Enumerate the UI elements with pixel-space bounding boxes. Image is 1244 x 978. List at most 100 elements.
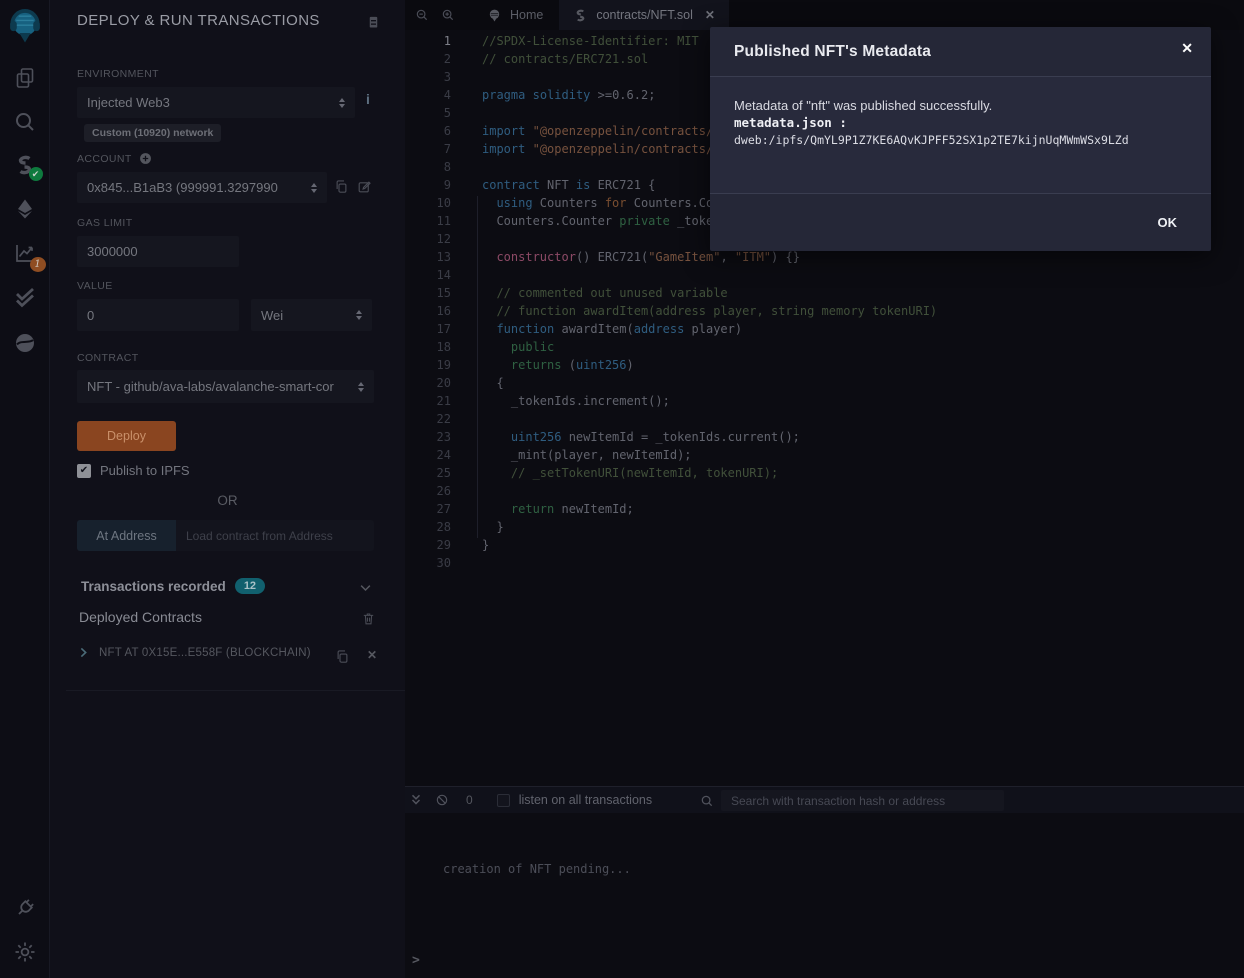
line-number[interactable]: 13 bbox=[405, 248, 455, 266]
terminal-search-input[interactable] bbox=[721, 790, 1004, 811]
code-line[interactable] bbox=[482, 266, 1244, 284]
file-explorer-icon[interactable] bbox=[13, 66, 37, 90]
clear-console-icon[interactable] bbox=[435, 793, 449, 807]
remove-contract-icon[interactable]: ✕ bbox=[367, 648, 377, 662]
code-line[interactable]: uint256 newItemId = _tokenIds.current(); bbox=[482, 428, 1244, 446]
line-number[interactable]: 7 bbox=[405, 140, 455, 158]
sourcify-icon[interactable] bbox=[13, 331, 37, 355]
copy-account-icon[interactable] bbox=[334, 179, 349, 194]
code-line[interactable]: { bbox=[482, 374, 1244, 392]
line-number[interactable]: 18 bbox=[405, 338, 455, 356]
at-address-button[interactable]: At Address bbox=[77, 520, 176, 551]
copy-contract-icon[interactable] bbox=[335, 649, 350, 664]
line-number[interactable]: 21 bbox=[405, 392, 455, 410]
code-line[interactable]: _tokenIds.increment(); bbox=[482, 392, 1244, 410]
line-number[interactable]: 14 bbox=[405, 266, 455, 284]
code-line[interactable]: function awardItem(address player) bbox=[482, 320, 1244, 338]
terminal-prompt[interactable]: > bbox=[412, 953, 420, 968]
tab-home-label: Home bbox=[510, 8, 543, 22]
line-number[interactable]: 4 bbox=[405, 86, 455, 104]
trash-icon[interactable] bbox=[361, 611, 376, 626]
value-label: VALUE bbox=[77, 280, 113, 292]
line-number[interactable]: 26 bbox=[405, 482, 455, 500]
line-number[interactable]: 2 bbox=[405, 50, 455, 68]
listen-transactions-checkbox[interactable] bbox=[497, 794, 510, 807]
at-address-input[interactable] bbox=[176, 520, 374, 551]
line-number[interactable]: 23 bbox=[405, 428, 455, 446]
line-number[interactable]: 20 bbox=[405, 374, 455, 392]
line-number[interactable]: 25 bbox=[405, 464, 455, 482]
contract-label: CONTRACT bbox=[77, 352, 139, 364]
terminal-log: creation of NFT pending... bbox=[443, 862, 631, 876]
line-number[interactable]: 19 bbox=[405, 356, 455, 374]
line-number[interactable]: 22 bbox=[405, 410, 455, 428]
select-arrows-icon bbox=[358, 382, 364, 392]
environment-info-icon[interactable]: i bbox=[366, 91, 370, 107]
line-number[interactable]: 9 bbox=[405, 176, 455, 194]
line-number[interactable]: 16 bbox=[405, 302, 455, 320]
publish-to-ipfs-checkbox[interactable]: ✔ bbox=[77, 464, 91, 478]
deployed-contracts-label: Deployed Contracts bbox=[79, 609, 202, 625]
line-number[interactable]: 28 bbox=[405, 518, 455, 536]
deploy-button[interactable]: Deploy bbox=[77, 421, 176, 451]
tab-home[interactable]: Home bbox=[473, 0, 557, 30]
docs-icon[interactable] bbox=[366, 15, 381, 30]
add-account-icon[interactable] bbox=[139, 152, 152, 165]
modal-header: Published NFT's Metadata ✕ bbox=[710, 27, 1211, 77]
static-analysis-icon[interactable]: 1 bbox=[13, 241, 37, 265]
code-line[interactable]: returns (uint256) bbox=[482, 356, 1244, 374]
code-line[interactable]: // commented out unused variable bbox=[482, 284, 1244, 302]
settings-icon[interactable] bbox=[13, 940, 37, 964]
line-number[interactable]: 10 bbox=[405, 194, 455, 212]
ok-button[interactable]: OK bbox=[1150, 209, 1186, 236]
code-line[interactable]: } bbox=[482, 536, 1244, 554]
search-icon[interactable] bbox=[13, 110, 37, 134]
line-number[interactable]: 27 bbox=[405, 500, 455, 518]
plugin-manager-icon[interactable] bbox=[13, 896, 37, 920]
chevron-right-icon[interactable] bbox=[77, 646, 90, 659]
code-line[interactable]: // _setTokenURI(newItemId, tokenURI); bbox=[482, 464, 1244, 482]
line-number[interactable]: 3 bbox=[405, 68, 455, 86]
deployed-contract-row[interactable]: NFT AT 0X15E...E558F (BLOCKCHAIN) bbox=[77, 646, 311, 659]
line-number[interactable]: 5 bbox=[405, 104, 455, 122]
unit-testing-icon[interactable] bbox=[13, 285, 37, 309]
environment-select[interactable]: Injected Web3 bbox=[77, 87, 355, 118]
code-line[interactable]: return newItemId; bbox=[482, 500, 1244, 518]
line-number[interactable]: 11 bbox=[405, 212, 455, 230]
solidity-file-icon bbox=[573, 8, 588, 23]
code-line[interactable]: // function awardItem(address player, st… bbox=[482, 302, 1244, 320]
code-line[interactable] bbox=[482, 482, 1244, 500]
editor-zoom-in-icon[interactable] bbox=[435, 0, 461, 30]
modal-close-icon[interactable]: ✕ bbox=[1181, 40, 1193, 57]
code-line[interactable] bbox=[482, 554, 1244, 572]
deploy-and-run-icon[interactable] bbox=[13, 197, 37, 221]
account-select[interactable]: 0x845...B1aB3 (999991.3297990 bbox=[77, 172, 327, 203]
expand-terminal-icon[interactable] bbox=[409, 793, 423, 807]
solidity-compiler-icon[interactable]: ✔ bbox=[13, 153, 37, 177]
code-line[interactable]: _mint(player, newItemId); bbox=[482, 446, 1244, 464]
line-number[interactable]: 1 bbox=[405, 32, 455, 50]
remix-logo-icon[interactable] bbox=[6, 6, 44, 46]
line-number[interactable]: 29 bbox=[405, 536, 455, 554]
tab-nft-sol[interactable]: contracts/NFT.sol ✕ bbox=[559, 0, 729, 30]
line-number[interactable]: 6 bbox=[405, 122, 455, 140]
chevron-down-icon[interactable] bbox=[358, 580, 373, 595]
line-number[interactable]: 30 bbox=[405, 554, 455, 572]
line-number[interactable]: 12 bbox=[405, 230, 455, 248]
sign-message-icon[interactable] bbox=[357, 179, 372, 194]
value-unit-select[interactable]: Wei bbox=[251, 299, 372, 331]
value-input[interactable] bbox=[77, 299, 239, 331]
account-value: 0x845...B1aB3 (999991.3297990 bbox=[87, 180, 278, 195]
code-line[interactable]: } bbox=[482, 518, 1244, 536]
line-number[interactable]: 15 bbox=[405, 284, 455, 302]
contract-select[interactable]: NFT - github/ava-labs/avalanche-smart-co… bbox=[77, 370, 374, 403]
code-line[interactable]: public bbox=[482, 338, 1244, 356]
code-line[interactable] bbox=[482, 410, 1244, 428]
transactions-recorded-header[interactable]: Transactions recorded 12 bbox=[81, 578, 265, 594]
close-tab-icon[interactable]: ✕ bbox=[705, 8, 715, 22]
gas-limit-input[interactable] bbox=[77, 236, 239, 267]
editor-zoom-out-icon[interactable] bbox=[409, 0, 435, 30]
line-number[interactable]: 17 bbox=[405, 320, 455, 338]
line-number[interactable]: 8 bbox=[405, 158, 455, 176]
line-number[interactable]: 24 bbox=[405, 446, 455, 464]
